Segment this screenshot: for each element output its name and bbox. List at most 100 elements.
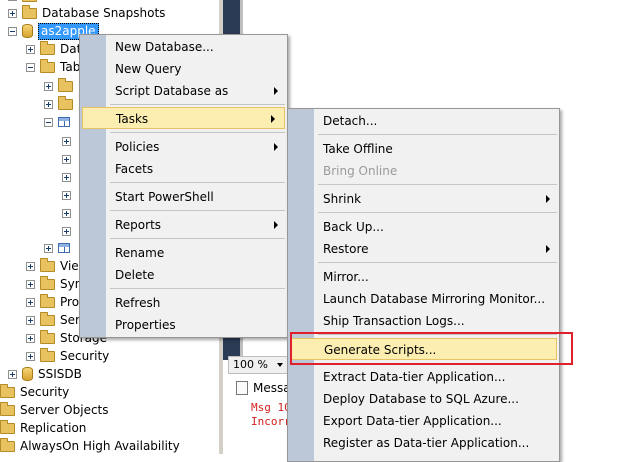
menu-item-policies[interactable]: Policies (80, 136, 287, 158)
messages-tab[interactable]: Messa (236, 380, 291, 396)
expand-icon[interactable] (8, 8, 17, 18)
tree-item-database-snapshots[interactable]: Database Snapshots (8, 4, 165, 22)
tree-item-table-1[interactable] (44, 113, 75, 131)
menu-item-register-data-tier[interactable]: Register as Data-tier Application... (288, 432, 559, 454)
menu-item-deploy-sql-azure[interactable]: Deploy Database to SQL Azure... (288, 388, 559, 410)
tree-item-subnode-6[interactable] (62, 222, 76, 240)
zoom-value[interactable]: 100 % (233, 358, 268, 371)
menu-item-refresh[interactable]: Refresh (80, 292, 287, 314)
tree-item-table-folder-1[interactable] (44, 77, 78, 95)
expand-icon[interactable] (8, 0, 17, 1)
folder-icon (40, 58, 55, 73)
menu-item-label: Reports (115, 218, 162, 232)
expand-icon[interactable] (62, 226, 71, 236)
tree-item-alwayson[interactable]: AlwaysOn High Availability (0, 437, 180, 455)
tree-item-ssisdb[interactable]: SSISDB (8, 365, 82, 383)
tree-item-label: Pro (60, 295, 80, 309)
expand-icon[interactable] (62, 136, 71, 146)
tree-item-subnode-5[interactable] (62, 204, 76, 222)
expand-icon[interactable] (44, 81, 53, 91)
submenu-arrow-icon (546, 245, 550, 253)
expand-icon[interactable] (26, 333, 35, 343)
database-context-menu: New Database... New Query Script Databas… (79, 34, 288, 338)
tree-item-replication[interactable]: Replication (0, 419, 86, 437)
menu-separator (318, 184, 557, 185)
menu-separator (318, 262, 557, 263)
menu-item-properties[interactable]: Properties (80, 314, 287, 336)
expand-icon[interactable] (26, 315, 35, 325)
tree-item-service-broker[interactable]: Ser (26, 311, 80, 329)
folder-icon (40, 257, 55, 272)
tree-item-label: Security (60, 349, 110, 363)
expand-icon[interactable] (44, 99, 53, 109)
chevron-down-icon[interactable] (277, 363, 283, 367)
tree-item-table-2[interactable] (44, 239, 75, 257)
menu-item-new-database[interactable]: New Database... (80, 36, 287, 58)
tree-item-label: Tab (60, 60, 81, 74)
menu-item-tasks[interactable]: Tasks (82, 107, 285, 129)
menu-item-facets[interactable]: Facets (80, 158, 287, 180)
expand-icon[interactable] (62, 172, 71, 182)
collapse-icon[interactable] (26, 62, 35, 72)
menu-item-new-query[interactable]: New Query (80, 58, 287, 80)
messages-tab-label: Messa (253, 381, 291, 395)
expand-icon[interactable] (44, 243, 53, 253)
menu-item-shrink[interactable]: Shrink (288, 188, 559, 210)
menu-separator (110, 238, 285, 239)
menu-item-restore[interactable]: Restore (288, 238, 559, 260)
tree-item-subnode-2[interactable] (62, 150, 76, 168)
tree-item-programmability[interactable]: Pro (26, 293, 79, 311)
menu-item-script-database-as[interactable]: Script Database as (80, 80, 287, 102)
message-line-1: Msg 10 (251, 401, 291, 414)
menu-item-detach[interactable]: Detach... (288, 110, 559, 132)
expand-icon[interactable] (26, 261, 35, 271)
menu-item-take-offline[interactable]: Take Offline (288, 138, 559, 160)
expand-icon[interactable] (26, 297, 35, 307)
menu-item-start-powershell[interactable]: Start PowerShell (80, 186, 287, 208)
menu-item-back-up[interactable]: Back Up... (288, 216, 559, 238)
expand-icon[interactable] (62, 208, 71, 218)
tree-item-subnode-3[interactable] (62, 168, 76, 186)
tree-item-tables[interactable]: Tab (26, 58, 80, 76)
menu-item-reports[interactable]: Reports (80, 214, 287, 236)
tree-item-subnode-4[interactable] (62, 186, 76, 204)
tree-item-security[interactable]: Security (0, 383, 69, 401)
menu-item-mirror[interactable]: Mirror... (288, 266, 559, 288)
folder-icon (22, 0, 37, 2)
submenu-arrow-icon (271, 115, 275, 123)
menu-separator (110, 132, 285, 133)
tree-item-security-sub[interactable]: Security (26, 347, 109, 365)
collapse-icon[interactable] (8, 26, 17, 36)
folder-icon (40, 293, 55, 308)
tree-item-subnode-1[interactable] (62, 132, 76, 150)
submenu-arrow-icon (274, 87, 278, 95)
menu-item-launch-mirroring-monitor[interactable]: Launch Database Mirroring Monitor... (288, 288, 559, 310)
menu-item-rename[interactable]: Rename (80, 242, 287, 264)
menu-item-delete[interactable]: Delete (80, 264, 287, 286)
expand-icon[interactable] (8, 369, 17, 379)
zoom-bar: 100 % (228, 356, 288, 374)
tree-item-table-folder-2[interactable] (44, 95, 78, 113)
menu-item-label: Shrink (323, 192, 362, 206)
menu-item-ship-transaction-logs[interactable]: Ship Transaction Logs... (288, 310, 559, 332)
submenu-arrow-icon (274, 143, 278, 151)
tree-item-views[interactable]: Vie (26, 257, 79, 275)
expand-icon[interactable] (26, 351, 35, 361)
expand-icon[interactable] (26, 44, 35, 54)
tree-item-synonyms[interactable]: Syn (26, 275, 82, 293)
expand-icon[interactable] (62, 154, 71, 164)
tasks-submenu: Detach... Take Offline Bring Online Shri… (287, 108, 560, 462)
tree-item-label: Ser (60, 313, 80, 327)
menu-separator (110, 288, 285, 289)
menu-item-export-data-tier[interactable]: Export Data-tier Application... (288, 410, 559, 432)
menu-separator (318, 212, 557, 213)
folder-icon (0, 437, 15, 452)
tree-item-db-child[interactable]: Dat (26, 40, 81, 58)
menu-separator (110, 210, 285, 211)
collapse-icon[interactable] (44, 117, 53, 127)
tree-item-server-objects[interactable]: Server Objects (0, 401, 109, 419)
menu-separator (318, 134, 557, 135)
expand-icon[interactable] (26, 279, 35, 289)
menu-item-extract-data-tier[interactable]: Extract Data-tier Application... (288, 366, 559, 388)
expand-icon[interactable] (62, 190, 71, 200)
